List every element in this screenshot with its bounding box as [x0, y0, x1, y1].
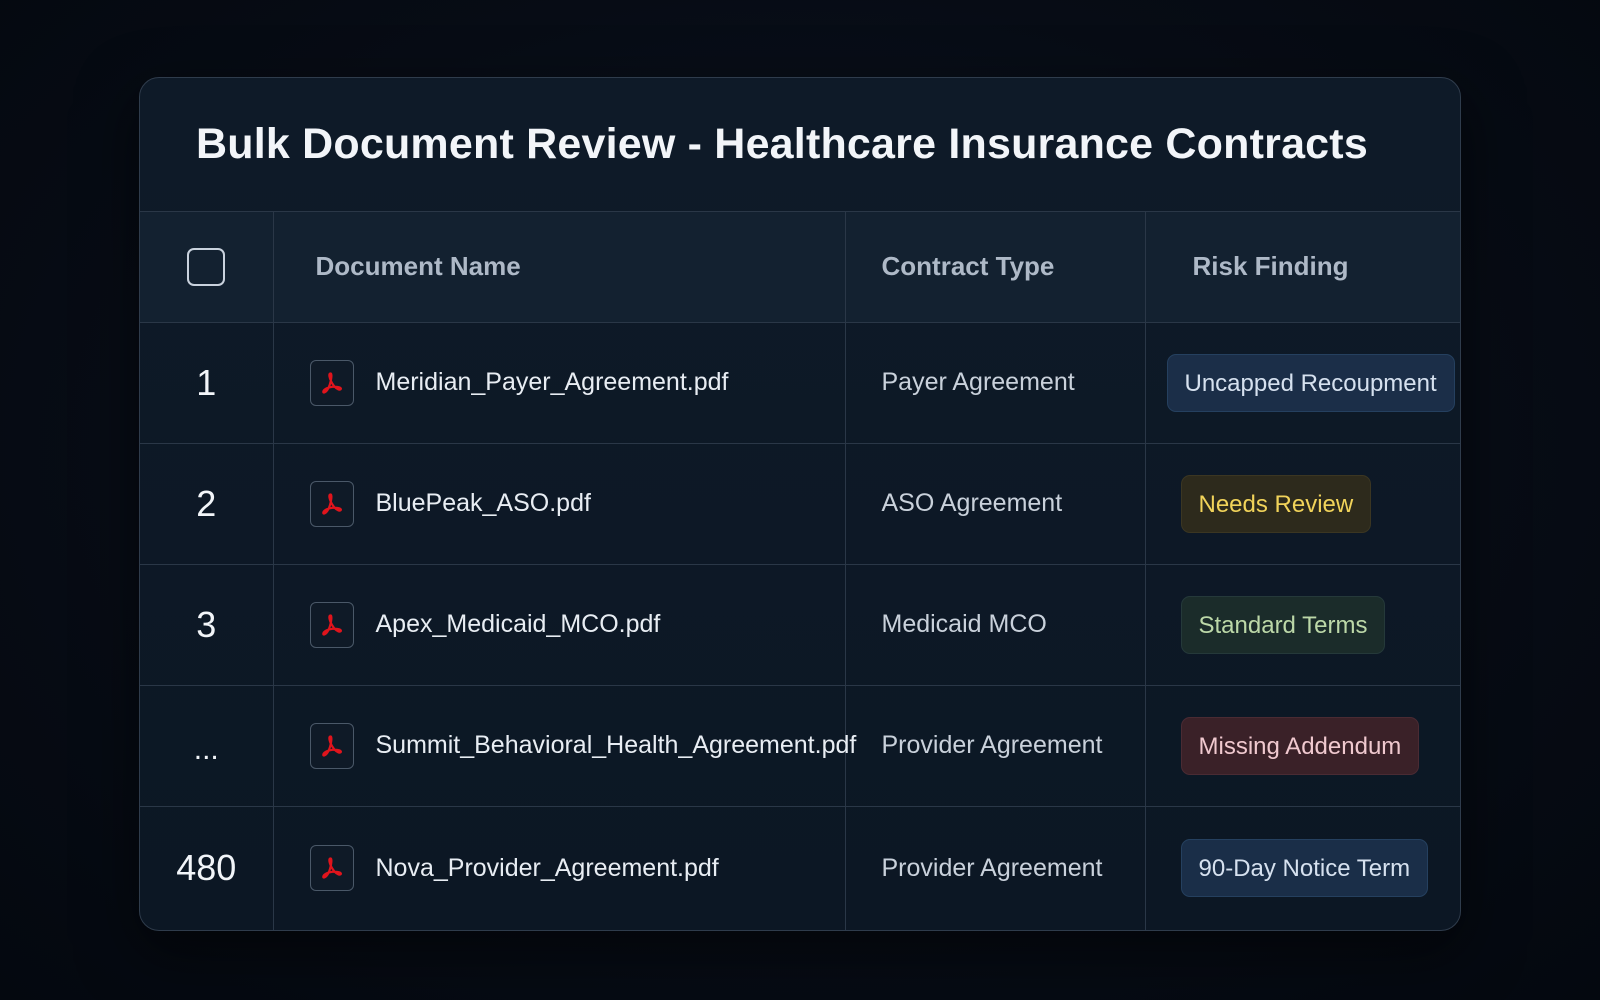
document-name-link[interactable]: Nova_Provider_Agreement.pdf [376, 854, 719, 883]
risk-badge: Missing Addendum [1180, 716, 1420, 775]
pdf-icon [309, 845, 354, 892]
row-index: 2 [140, 443, 274, 565]
document-name-link[interactable]: BluePeak_ASO.pdf [376, 489, 591, 518]
contract-type-cell: Provider Agreement [845, 685, 1146, 807]
card-header: Bulk Document Review - Healthcare Insura… [140, 78, 1460, 212]
risk-badge: Needs Review [1180, 474, 1372, 533]
document-name-link[interactable]: Apex_Medicaid_MCO.pdf [376, 610, 661, 639]
contract-type-cell: Payer Agreement [845, 322, 1146, 444]
contract-type-cell: Medicaid MCO [845, 564, 1146, 686]
risk-badge: Standard Terms [1180, 595, 1386, 654]
pdf-icon [309, 601, 354, 648]
contract-type-cell: Provider Agreement [845, 806, 1146, 930]
contract-type: ASO Agreement [881, 489, 1063, 517]
document-name-cell: BluePeak_ASO.pdf [273, 443, 846, 565]
table-row[interactable]: 3 Apex_Medicaid_MCO.pdf Medicaid MCO Sta… [140, 564, 1460, 686]
table-row[interactable]: ... Summit_Behavioral_Health_Agreement.p… [140, 685, 1460, 807]
risk-finding-cell: Standard Terms [1145, 564, 1460, 686]
pdf-icon [309, 722, 354, 769]
row-index: 3 [140, 564, 274, 686]
document-name-cell: Nova_Provider_Agreement.pdf [273, 806, 846, 930]
document-name-cell: Meridian_Payer_Agreement.pdf [273, 322, 846, 444]
column-header-document-name[interactable]: Document Name [273, 212, 846, 323]
contract-type: Medicaid MCO [881, 610, 1047, 638]
document-name-link[interactable]: Summit_Behavioral_Health_Agreement.pdf [376, 731, 857, 760]
column-header-contract-type[interactable]: Contract Type [845, 212, 1146, 323]
row-index: 480 [140, 806, 274, 930]
document-name-cell: Apex_Medicaid_MCO.pdf [273, 564, 846, 686]
document-review-card: Bulk Document Review - Healthcare Insura… [139, 77, 1461, 931]
contract-type: Provider Agreement [881, 853, 1103, 882]
risk-badge: 90-Day Notice Term [1180, 839, 1429, 898]
table-row[interactable]: 2 BluePeak_ASO.pdf ASO Agreement Needs R… [140, 443, 1460, 565]
document-name-cell: Summit_Behavioral_Health_Agreement.pdf [273, 685, 856, 807]
contract-type: Provider Agreement [881, 731, 1103, 759]
select-all-checkbox[interactable] [187, 247, 226, 286]
risk-finding-cell: Missing Addendum [1145, 685, 1460, 807]
row-index: 1 [140, 322, 274, 444]
document-name-link[interactable]: Meridian_Payer_Agreement.pdf [376, 368, 729, 397]
table-header-row: Document Name Contract Type Risk Finding [140, 212, 1460, 323]
contract-type-cell: ASO Agreement [845, 443, 1146, 565]
row-index: ... [140, 685, 274, 807]
risk-finding-cell: 90-Day Notice Term [1145, 806, 1460, 930]
table-row[interactable]: 480 Nova_Provider_Agreement.pdf Provider… [140, 806, 1460, 930]
pdf-icon [309, 480, 354, 527]
risk-finding-cell: Needs Review [1145, 443, 1460, 565]
select-all-cell [140, 212, 274, 323]
page-title: Bulk Document Review - Healthcare Insura… [196, 120, 1368, 168]
column-header-risk-finding[interactable]: Risk Finding [1145, 212, 1460, 323]
risk-badge: Uncapped Recoupment [1166, 353, 1455, 412]
pdf-icon [309, 359, 354, 406]
table-row[interactable]: 1 Meridian_Payer_Agreement.pdf Payer Agr… [140, 322, 1460, 444]
risk-finding-cell: Uncapped Recoupment [1145, 322, 1460, 444]
contract-type: Payer Agreement [881, 368, 1075, 396]
documents-table: Document Name Contract Type Risk Finding… [140, 212, 1460, 930]
